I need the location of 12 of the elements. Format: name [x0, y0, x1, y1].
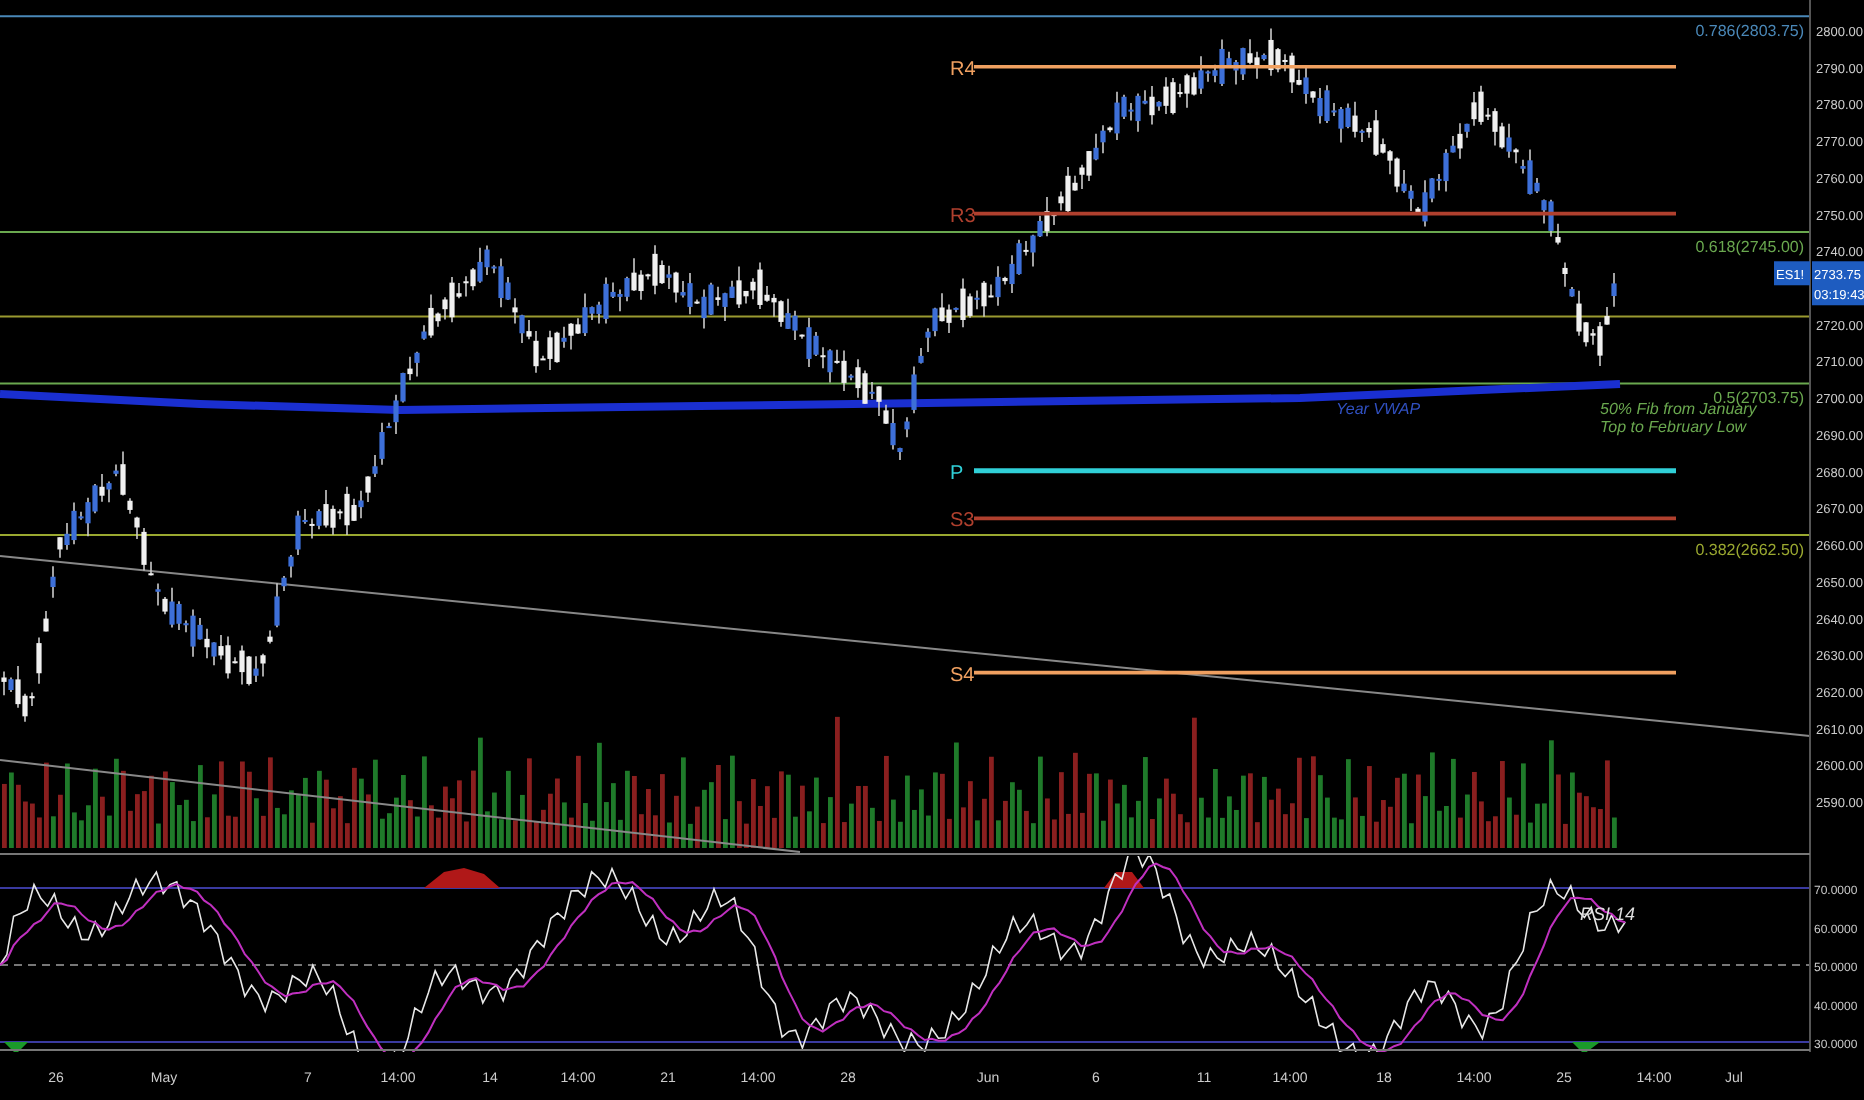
- fib-level-label: 0.618(2745.00): [1695, 237, 1804, 256]
- fib-level-label: 0.786(2803.75): [1695, 22, 1804, 41]
- chart-annotation: Year VWAP: [1336, 400, 1421, 418]
- chart-annotation: Top to February Low: [1600, 418, 1747, 436]
- pivot-level-label: R3: [950, 205, 976, 228]
- pivot-level-label: S3: [950, 510, 975, 533]
- fib-level-label: 0.382(2662.50): [1695, 540, 1804, 559]
- price-badge: [1812, 261, 1864, 306]
- symbol-badge: [1774, 261, 1810, 286]
- pivot-level-label: P: [950, 462, 964, 485]
- pivot-level-label: R4: [950, 58, 976, 81]
- pivot-level-label: S4: [950, 664, 975, 687]
